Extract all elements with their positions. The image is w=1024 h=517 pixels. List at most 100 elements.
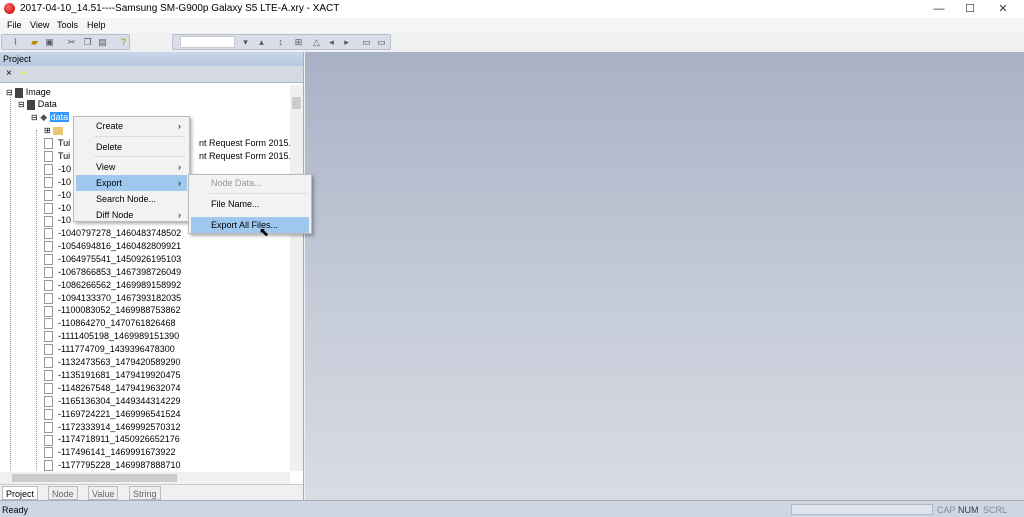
tree-node-data[interactable]: ⊟ Data bbox=[18, 98, 57, 111]
panel-title: Project bbox=[0, 52, 303, 66]
file-icon bbox=[44, 215, 53, 227]
file-icon bbox=[44, 434, 53, 446]
columns-icon[interactable]: ▭ bbox=[361, 37, 372, 48]
tree-item[interactable]: -10 bbox=[44, 176, 71, 189]
file-icon bbox=[44, 460, 53, 471]
prev-icon[interactable]: ◂ bbox=[326, 37, 337, 48]
tree-item[interactable]: -1174718911_1450926652176 bbox=[44, 433, 180, 446]
tree-item[interactable]: -111774709_1439396478300 bbox=[44, 343, 175, 356]
tree-node-folder[interactable]: ⊞ bbox=[44, 124, 64, 137]
tree-item[interactable]: -1177795228_1469987888710 bbox=[44, 459, 180, 471]
tree-item[interactable]: -10 bbox=[44, 214, 71, 227]
file-icon bbox=[44, 176, 53, 188]
tree-label: -10 bbox=[58, 215, 72, 226]
menu-item-label: Diff Node bbox=[96, 210, 134, 220]
tree-label: Image bbox=[25, 87, 51, 97]
open-icon[interactable]: ▰ bbox=[29, 37, 40, 48]
file-icon bbox=[44, 408, 53, 420]
help-icon[interactable]: ? bbox=[118, 37, 129, 48]
tree-item[interactable]: Tui nt Request Form 2015. bbox=[44, 137, 290, 150]
submenu-item-export-all-files[interactable]: Export All Files... bbox=[191, 217, 309, 233]
tree-node-data-selected[interactable]: ⊟ ◆ data bbox=[31, 111, 70, 124]
file-icon bbox=[44, 421, 53, 433]
tree-item[interactable]: -1086266562_1469989158992 bbox=[44, 279, 181, 292]
tab-node[interactable]: Node bbox=[48, 486, 78, 500]
close-button[interactable]: ✕ bbox=[988, 0, 1018, 18]
save-icon[interactable]: ▣ bbox=[44, 37, 55, 48]
menu-help[interactable]: Help bbox=[87, 20, 106, 30]
file-icon bbox=[44, 189, 53, 201]
menu-item-diff-node[interactable]: Diff Node › bbox=[76, 207, 187, 223]
tree-item[interactable]: -1111405198_1469989151390 bbox=[44, 330, 179, 343]
connect-icon[interactable]: ⌇ bbox=[10, 37, 21, 48]
tree-item[interactable]: -1172333914_1469992570312 bbox=[44, 421, 180, 434]
file-icon bbox=[44, 241, 53, 253]
tree-item[interactable]: -1135191681_1479419920475 bbox=[44, 369, 180, 382]
tree-item[interactable]: Tui nt Request Form 2015.docx bbox=[44, 150, 290, 163]
tree-item[interactable]: -110864270_1470761826468 bbox=[44, 317, 175, 330]
submenu-item-node-data[interactable]: Node Data... bbox=[191, 175, 309, 191]
menu-view[interactable]: View bbox=[30, 20, 49, 30]
tree-label: -1165136304_1449344314229 bbox=[58, 395, 181, 406]
tab-project[interactable]: Project bbox=[2, 486, 39, 500]
tree-item[interactable]: -1067866853_1467398726049 bbox=[44, 266, 181, 279]
down-icon[interactable]: ▾ bbox=[240, 37, 251, 48]
search-combo[interactable] bbox=[180, 36, 235, 48]
tree-item[interactable]: -1165136304_1449344314229 bbox=[44, 395, 180, 408]
tree-item[interactable]: -10 bbox=[44, 163, 71, 176]
tab-string[interactable]: String bbox=[129, 486, 161, 500]
cut-icon[interactable]: ✂ bbox=[66, 37, 77, 48]
horizontal-scrollbar[interactable] bbox=[0, 472, 290, 484]
menu-item-view[interactable]: View › bbox=[76, 159, 187, 175]
star-icon[interactable]: ✦ bbox=[20, 68, 28, 79]
tree-item[interactable]: -1148267548_1479419632074 bbox=[44, 382, 180, 395]
tree-item[interactable]: -1064975541_1450926195103 bbox=[44, 253, 181, 266]
menu-item-export[interactable]: Export › bbox=[76, 175, 187, 191]
vertical-scrollbar[interactable] bbox=[290, 85, 303, 471]
tree-item[interactable]: -1100083052_1469988753862 bbox=[44, 304, 180, 317]
tree-label: -110864270_1470761826468 bbox=[58, 318, 176, 329]
next-icon[interactable]: ▸ bbox=[341, 37, 352, 48]
columns2-icon[interactable]: ▭ bbox=[376, 37, 387, 48]
minimize-button[interactable]: — bbox=[924, 0, 954, 18]
menu-file[interactable]: File bbox=[7, 20, 22, 30]
file-icon bbox=[44, 151, 53, 163]
scrl-indicator: SCRL bbox=[983, 505, 1008, 515]
tree-item[interactable]: -1169724221_1469996541524 bbox=[44, 408, 180, 421]
tree-item[interactable]: -1054694816_1460482809921 bbox=[44, 240, 181, 253]
tree-item[interactable]: -1094133370_1467393182035 bbox=[44, 292, 181, 305]
tree-label-suffix: nt Request Form 2015. bbox=[199, 138, 290, 148]
chevron-right-icon: › bbox=[178, 178, 181, 188]
submenu-item-file-name[interactable]: File Name... bbox=[191, 196, 309, 212]
chevron-right-icon: › bbox=[178, 162, 181, 172]
file-icon bbox=[44, 228, 53, 240]
menu-item-search-node[interactable]: Search Node... bbox=[76, 191, 187, 207]
tree-item[interactable]: -10 bbox=[44, 202, 71, 215]
tree-label: data bbox=[49, 112, 70, 122]
tree-item[interactable]: -117496141_1469991673922 bbox=[44, 446, 175, 459]
file-icon bbox=[44, 357, 53, 369]
tree-item[interactable]: -1132473563_1479420589290 bbox=[44, 356, 180, 369]
tree-label: -117496141_1469991673922 bbox=[58, 447, 176, 458]
close-icon[interactable]: × bbox=[6, 68, 12, 79]
menu-tools[interactable]: Tools bbox=[57, 20, 78, 30]
menu-item-delete[interactable]: Delete bbox=[76, 139, 187, 155]
tree-label: -1054694816_1460482809921 bbox=[58, 240, 182, 251]
tree-item[interactable]: -1040797278_1460483748502 bbox=[44, 227, 181, 240]
export-submenu: Node Data... File Name... Export All Files… bbox=[188, 174, 312, 234]
toolbar: ⌇ ▰ ▣ ✂ ❐ ▤ ? ▾ ▴ ↕ ⊞ △ ◂ ▸ ▭ ▭ bbox=[0, 33, 1024, 51]
menu-item-create[interactable]: Create › bbox=[76, 118, 187, 134]
expand-icon[interactable]: ↕ bbox=[275, 37, 286, 48]
up-icon[interactable]: ▴ bbox=[256, 37, 267, 48]
maximize-button[interactable]: ☐ bbox=[955, 0, 985, 18]
tree-label: -1132473563_1479420589290 bbox=[58, 357, 181, 367]
tree-item[interactable]: -10 bbox=[44, 189, 71, 202]
tree-label-suffix: nt Request Form 2015.docx bbox=[199, 150, 290, 161]
context-menu: Create › Delete View › Export › Search Node... D… bbox=[73, 116, 190, 222]
tab-value[interactable]: Value bbox=[88, 486, 119, 500]
fit-icon[interactable]: ⊞ bbox=[293, 37, 304, 48]
file-icon bbox=[44, 318, 53, 330]
copy-icon[interactable]: ❐ bbox=[82, 37, 93, 48]
paste-icon[interactable]: ▤ bbox=[97, 37, 108, 48]
bookmark-icon[interactable]: △ bbox=[311, 37, 322, 48]
